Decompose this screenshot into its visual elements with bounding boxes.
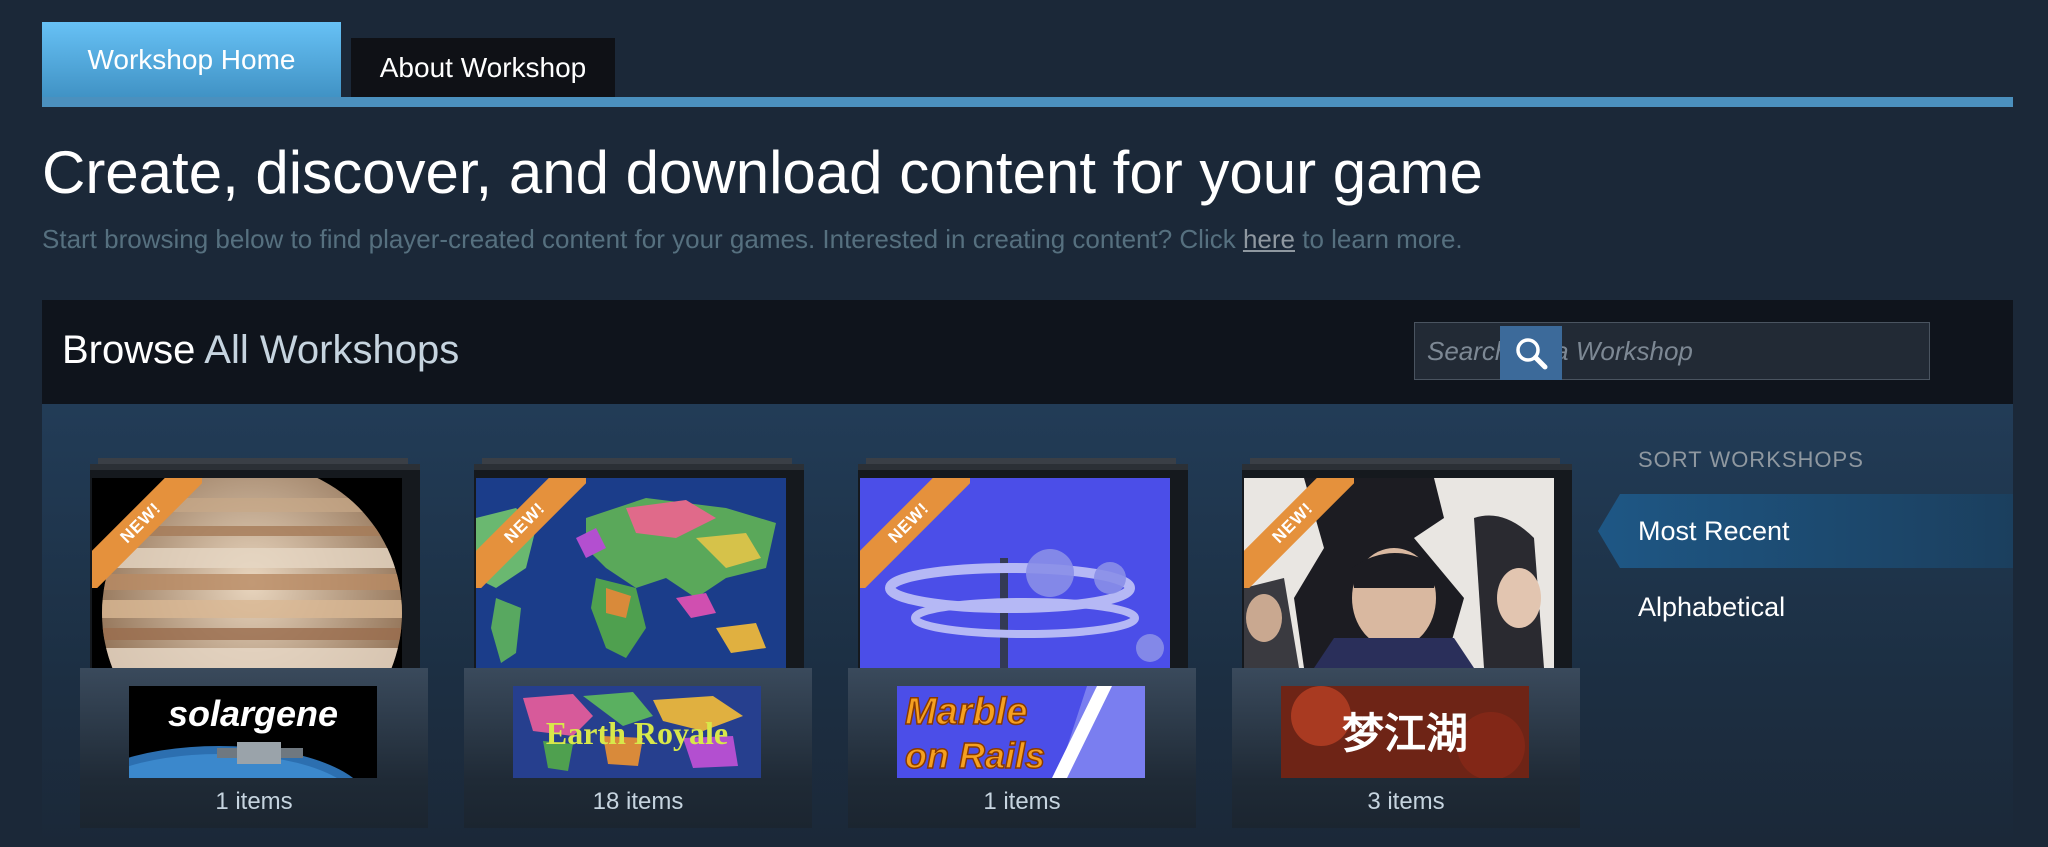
workshop-card-earth-royale[interactable]: NEW! Earth Royale 18 items [464, 458, 812, 828]
page-title: Create, discover, and download content f… [42, 139, 1483, 206]
svg-text:on Rails: on Rails [905, 735, 1045, 776]
subtitle-text: Start browsing below to find player-crea… [42, 224, 1243, 254]
search-box [1414, 322, 1930, 380]
workshop-thumbnail [860, 478, 1170, 668]
workshop-logo: 梦江湖 [1281, 686, 1529, 778]
search-icon [1516, 338, 1548, 370]
workshop-thumbnail [92, 478, 402, 668]
tab-underline [42, 97, 2013, 107]
workshop-thumbnail [476, 478, 786, 668]
svg-text:Earth Royale: Earth Royale [546, 715, 728, 751]
svg-text:梦江湖: 梦江湖 [1342, 709, 1468, 758]
workshop-item-count: 1 items [215, 788, 293, 815]
workshop-card-solargene[interactable]: NEW! solargene 1 items [80, 458, 428, 828]
tab-workshop-home[interactable]: Workshop Home [42, 22, 341, 106]
sort-title: SORT WORKSHOPS [1638, 447, 1864, 472]
tab-about-workshop[interactable]: About Workshop [351, 38, 615, 98]
workshop-thumbnail [1244, 478, 1554, 668]
browse-title-rest: All Workshops [195, 328, 460, 372]
workshop-card-marble-on-rails[interactable]: NEW! Marble on Rails 1 items [848, 458, 1196, 828]
workshop-item-count: 18 items [592, 788, 684, 815]
workshop-item-count: 3 items [1367, 788, 1445, 815]
browse-title: Browse All Workshops [62, 328, 459, 373]
search-button[interactable] [1500, 326, 1562, 380]
workshop-item-count: 1 items [983, 788, 1061, 815]
workshop-card-meng-jiang-hu[interactable]: NEW! 梦江湖 3 items [1232, 458, 1580, 828]
learn-more-link[interactable]: here [1243, 224, 1295, 254]
browse-title-strong: Browse [62, 328, 196, 372]
workshop-logo: Earth Royale [513, 686, 761, 778]
workshop-logo: Marble on Rails [897, 686, 1145, 778]
workshop-logo: solargene [129, 686, 377, 778]
browse-bar: Browse All Workshops [42, 300, 2013, 404]
svg-text:Marble: Marble [905, 691, 1027, 733]
page-subtitle: Start browsing below to find player-crea… [42, 224, 1463, 255]
search-input[interactable] [1415, 323, 1875, 379]
sort-most-recent[interactable]: Most Recent [1638, 516, 1790, 547]
sort-alphabetical[interactable]: Alphabetical [1638, 592, 1785, 623]
subtitle-text-end: to learn more. [1295, 224, 1463, 254]
svg-text:solargene: solargene [168, 693, 338, 734]
